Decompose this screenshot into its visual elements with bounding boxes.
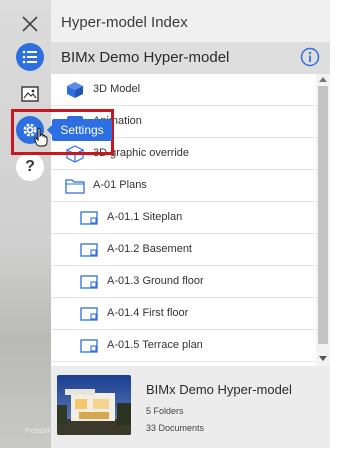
- settings-tooltip: Settings: [47, 119, 112, 141]
- list-item-label: A-01 Plans: [93, 179, 147, 191]
- cube-solid-icon: [65, 81, 85, 99]
- plan-icon: [79, 209, 99, 227]
- folder-count: 5 Folders: [146, 406, 184, 416]
- scroll-up-arrow-icon[interactable]: [319, 77, 327, 82]
- close-button[interactable]: [16, 10, 44, 38]
- list-icon: [22, 50, 37, 64]
- info-button[interactable]: [300, 47, 320, 67]
- page-margin-right: [330, 0, 337, 454]
- list-item[interactable]: A-01.2 Basement: [51, 234, 316, 266]
- list-item-label: 3D Model: [93, 83, 141, 95]
- hand-cursor-icon: [34, 127, 48, 147]
- help-label: ?: [25, 158, 35, 175]
- panel-title: Hyper-model Index: [61, 14, 188, 31]
- folder-icon: [65, 177, 85, 195]
- list-item[interactable]: A-01.5 Terrace plan: [51, 330, 316, 362]
- gallery-button[interactable]: [16, 80, 44, 108]
- list-item-label: A-01.1 Siteplan: [107, 211, 183, 223]
- list-item[interactable]: A-01.1 Siteplan: [51, 202, 316, 234]
- plan-icon: [79, 273, 99, 291]
- list-item[interactable]: A-01.4 First floor: [51, 298, 316, 330]
- settings-tooltip-label: Settings: [60, 123, 104, 137]
- list-item-label: A-01.3 Ground floor: [107, 275, 204, 287]
- close-icon: [22, 16, 38, 32]
- card-title: BIMx Demo Hyper-model: [146, 382, 292, 397]
- model-header: BIMx Demo Hyper-model: [51, 42, 330, 74]
- image-icon: [21, 86, 39, 102]
- info-icon: [300, 47, 320, 67]
- help-button[interactable]: ?: [16, 153, 44, 181]
- plan-icon: [79, 305, 99, 323]
- page-margin-bottom: [0, 448, 337, 454]
- list-item[interactable]: A-01 Plans: [51, 170, 316, 202]
- list-item[interactable]: A-01.3 Ground floor: [51, 266, 316, 298]
- model-title: BIMx Demo Hyper-model: [61, 49, 230, 66]
- list-scrollbar[interactable]: [316, 74, 330, 366]
- list-item-label: A-01.4 First floor: [107, 307, 189, 319]
- index-list-button[interactable]: [16, 43, 44, 71]
- scroll-thumb[interactable]: [318, 86, 328, 344]
- list-item[interactable]: 3D Model: [51, 74, 316, 106]
- plan-icon: [79, 241, 99, 259]
- hyper-model-card[interactable]: BIMx Demo Hyper-model 5 Folders 33 Docum…: [51, 366, 330, 448]
- document-count: 33 Documents: [146, 423, 205, 433]
- plan-icon: [79, 337, 99, 355]
- scroll-down-arrow-icon[interactable]: [319, 356, 327, 361]
- list-item-label: A-01.5 Terrace plan: [107, 339, 203, 351]
- hyper-model-index-panel: Hyper-model Index BIMx Demo Hyper-model …: [51, 0, 330, 448]
- watermark-text: Picasolli: [25, 428, 51, 435]
- left-rail: ? Picasolli: [8, 0, 52, 448]
- list-item-label: A-01.2 Basement: [107, 243, 192, 255]
- model-thumbnail: [57, 375, 131, 435]
